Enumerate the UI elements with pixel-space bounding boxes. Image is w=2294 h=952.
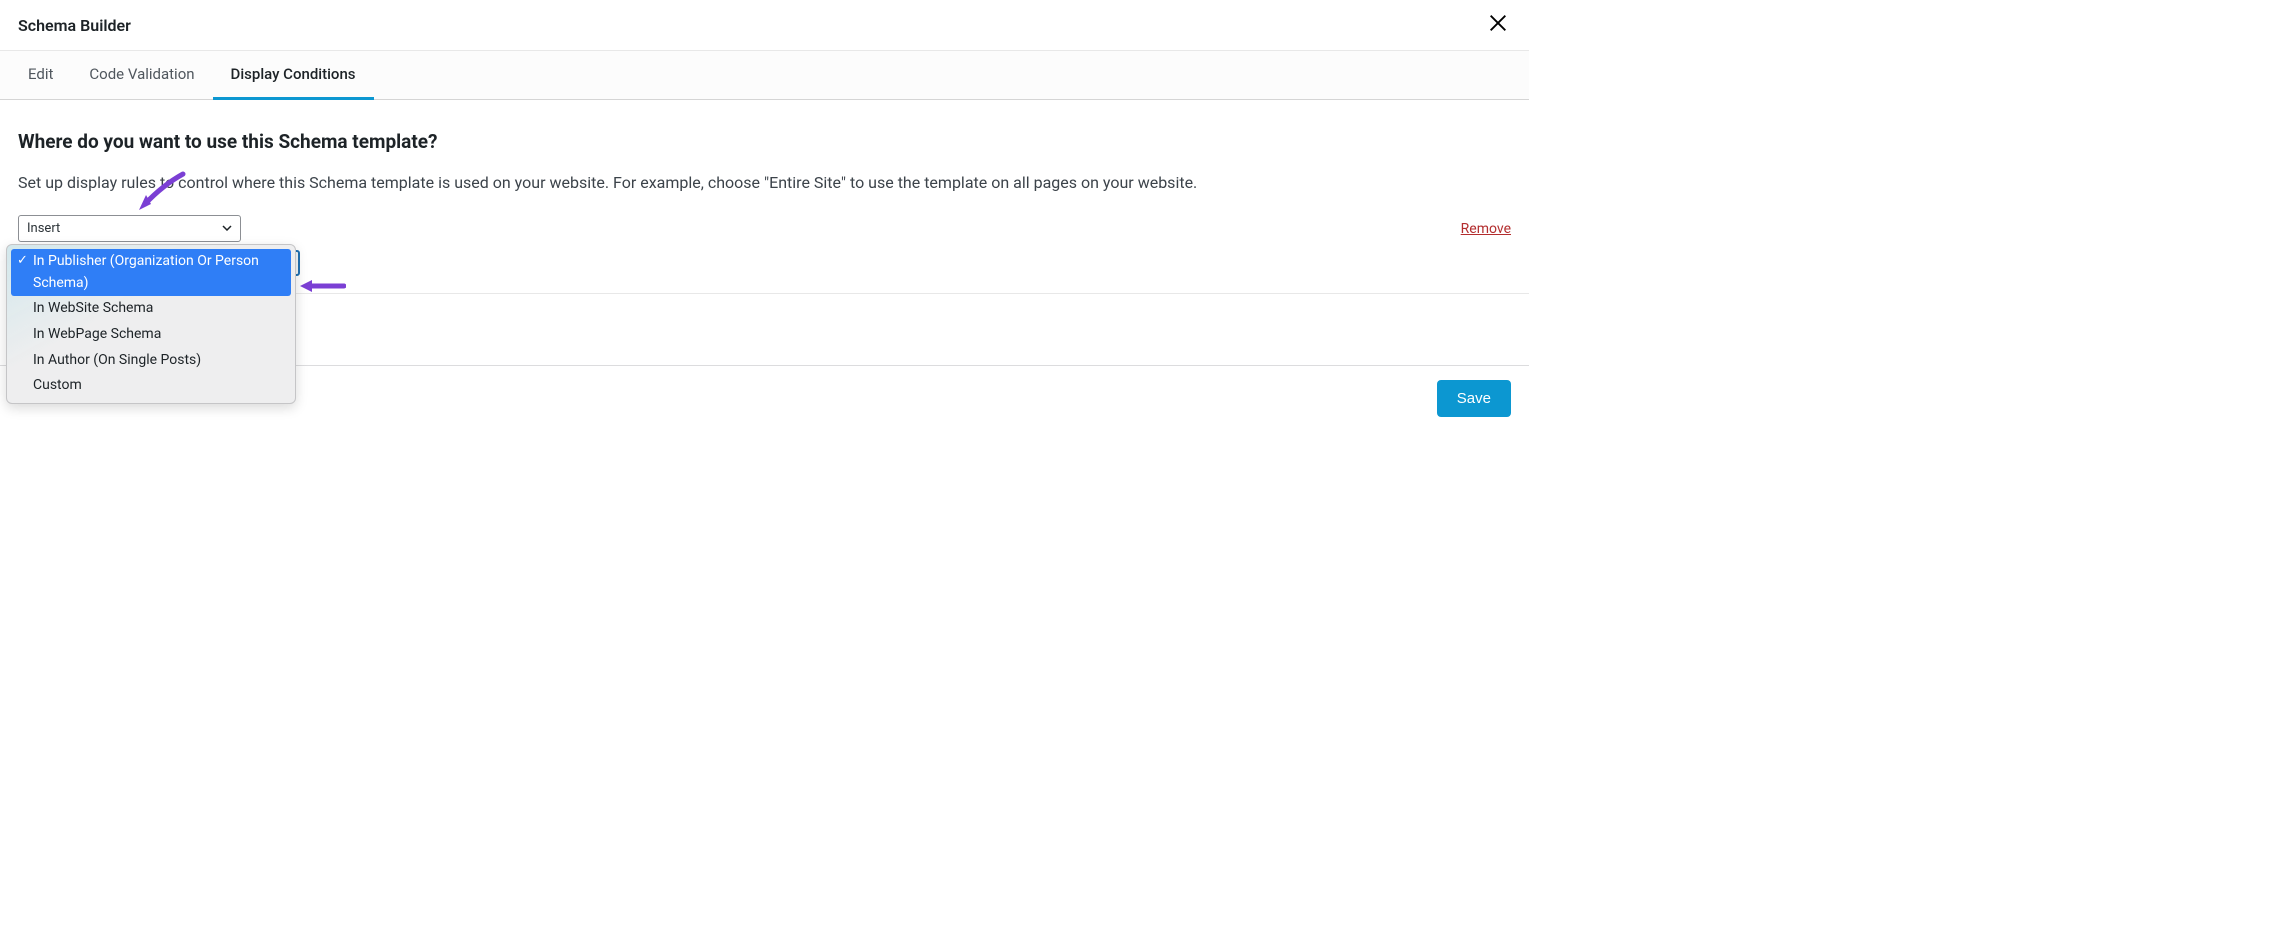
remove-link[interactable]: Remove — [1461, 221, 1511, 237]
tab-code-validation[interactable]: Code Validation — [71, 51, 212, 100]
dropdown-option-website[interactable]: In WebSite Schema — [11, 296, 291, 322]
select-wrapper: Insert In Publisher (Organization Or Per… — [18, 215, 241, 242]
insert-dropdown: In Publisher (Organization Or Person Sch… — [6, 244, 296, 404]
dropdown-option-webpage[interactable]: In WebPage Schema — [11, 322, 291, 348]
modal-header: Schema Builder — [0, 0, 1529, 51]
insert-select[interactable]: Insert — [18, 215, 241, 242]
chevron-down-icon — [222, 223, 232, 234]
annotation-arrow-icon — [133, 170, 188, 212]
content-area: Where do you want to use this Schema tem… — [0, 100, 1529, 258]
close-icon[interactable] — [1485, 10, 1511, 40]
section-heading: Where do you want to use this Schema tem… — [18, 130, 1511, 153]
dropdown-option-publisher[interactable]: In Publisher (Organization Or Person Sch… — [11, 249, 291, 296]
dropdown-option-custom[interactable]: Custom — [11, 373, 291, 399]
modal-title: Schema Builder — [18, 16, 131, 35]
tab-bar: Edit Code Validation Display Conditions — [0, 51, 1529, 100]
rule-row: Insert In Publisher (Organization Or Per… — [18, 215, 1511, 242]
annotation-arrow-icon — [296, 277, 346, 295]
save-button[interactable]: Save — [1437, 380, 1511, 417]
section-description: Set up display rules to control where th… — [18, 171, 1511, 195]
tab-display-conditions[interactable]: Display Conditions — [213, 51, 374, 100]
row-divider — [294, 293, 1529, 294]
dropdown-option-author[interactable]: In Author (On Single Posts) — [11, 348, 291, 374]
tab-edit[interactable]: Edit — [10, 51, 71, 100]
footer: Save — [1437, 380, 1511, 417]
select-value: Insert — [27, 221, 60, 236]
